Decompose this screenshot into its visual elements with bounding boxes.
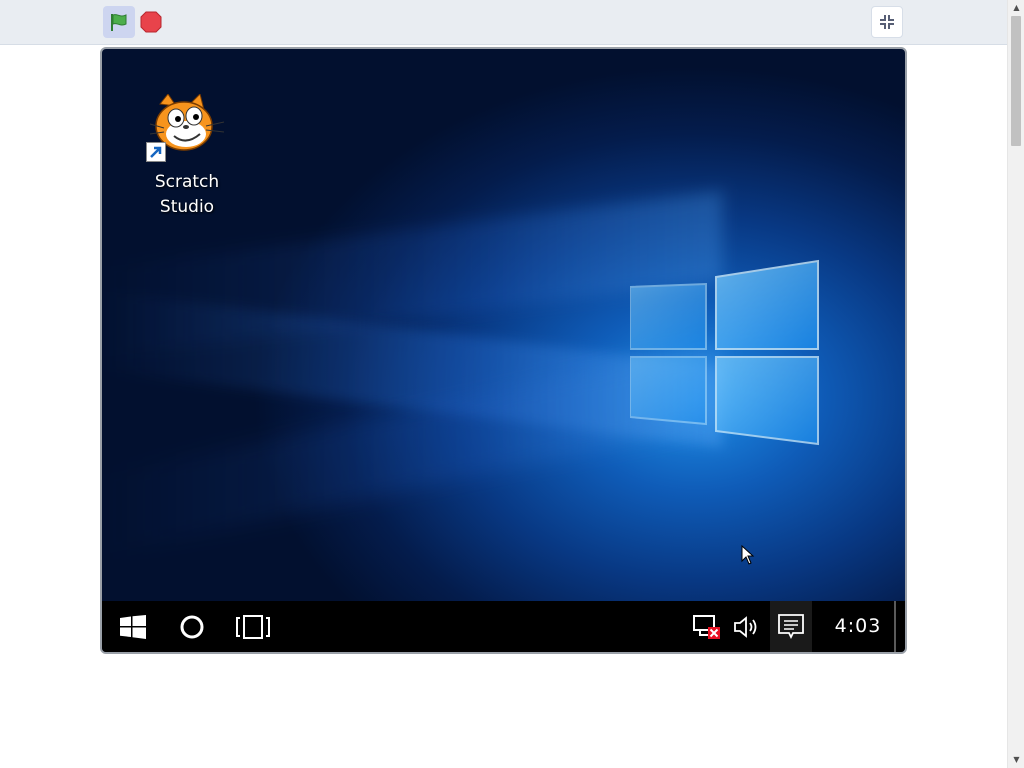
exit-fullscreen-icon <box>880 15 894 29</box>
green-flag-icon <box>111 14 127 31</box>
green-flag-button[interactable] <box>103 6 135 38</box>
cortana-button[interactable] <box>162 601 222 652</box>
stop-button[interactable] <box>139 10 163 34</box>
scroll-down-arrow-icon[interactable]: ▼ <box>1008 752 1024 768</box>
taskbar: 4:03 <box>102 601 905 652</box>
network-tray-button[interactable] <box>692 613 722 641</box>
cortana-circle-icon <box>180 615 204 639</box>
exit-fullscreen-button[interactable] <box>871 6 903 38</box>
volume-icon <box>734 616 757 638</box>
action-center-button[interactable] <box>770 601 812 652</box>
vertical-scrollbar[interactable]: ▲ ▼ <box>1007 0 1024 768</box>
start-button[interactable] <box>102 601 162 652</box>
action-center-icon <box>778 614 804 640</box>
stage[interactable]: Scratch Studio 4:03 <box>100 47 907 654</box>
desktop-icon-label: Scratch Studio <box>154 172 220 217</box>
windows-start-icon <box>120 615 146 639</box>
scrollbar-thumb[interactable] <box>1011 16 1021 146</box>
taskbar-clock[interactable]: 4:03 <box>824 601 892 652</box>
scroll-up-arrow-icon[interactable]: ▲ <box>1008 0 1024 16</box>
desktop-icon-scratch-studio[interactable]: Scratch Studio <box>142 94 232 224</box>
mouse-cursor-icon <box>741 545 755 565</box>
task-view-icon <box>236 615 270 639</box>
shortcut-arrow-icon <box>146 142 166 162</box>
windows-logo-wallpaper <box>630 259 819 446</box>
stop-sign-icon <box>140 11 162 33</box>
network-disconnected-icon <box>693 615 720 639</box>
show-desktop-button[interactable] <box>894 601 896 652</box>
task-view-button[interactable] <box>222 601 282 652</box>
volume-tray-button[interactable] <box>732 613 762 641</box>
player-toolbar <box>0 0 1007 45</box>
